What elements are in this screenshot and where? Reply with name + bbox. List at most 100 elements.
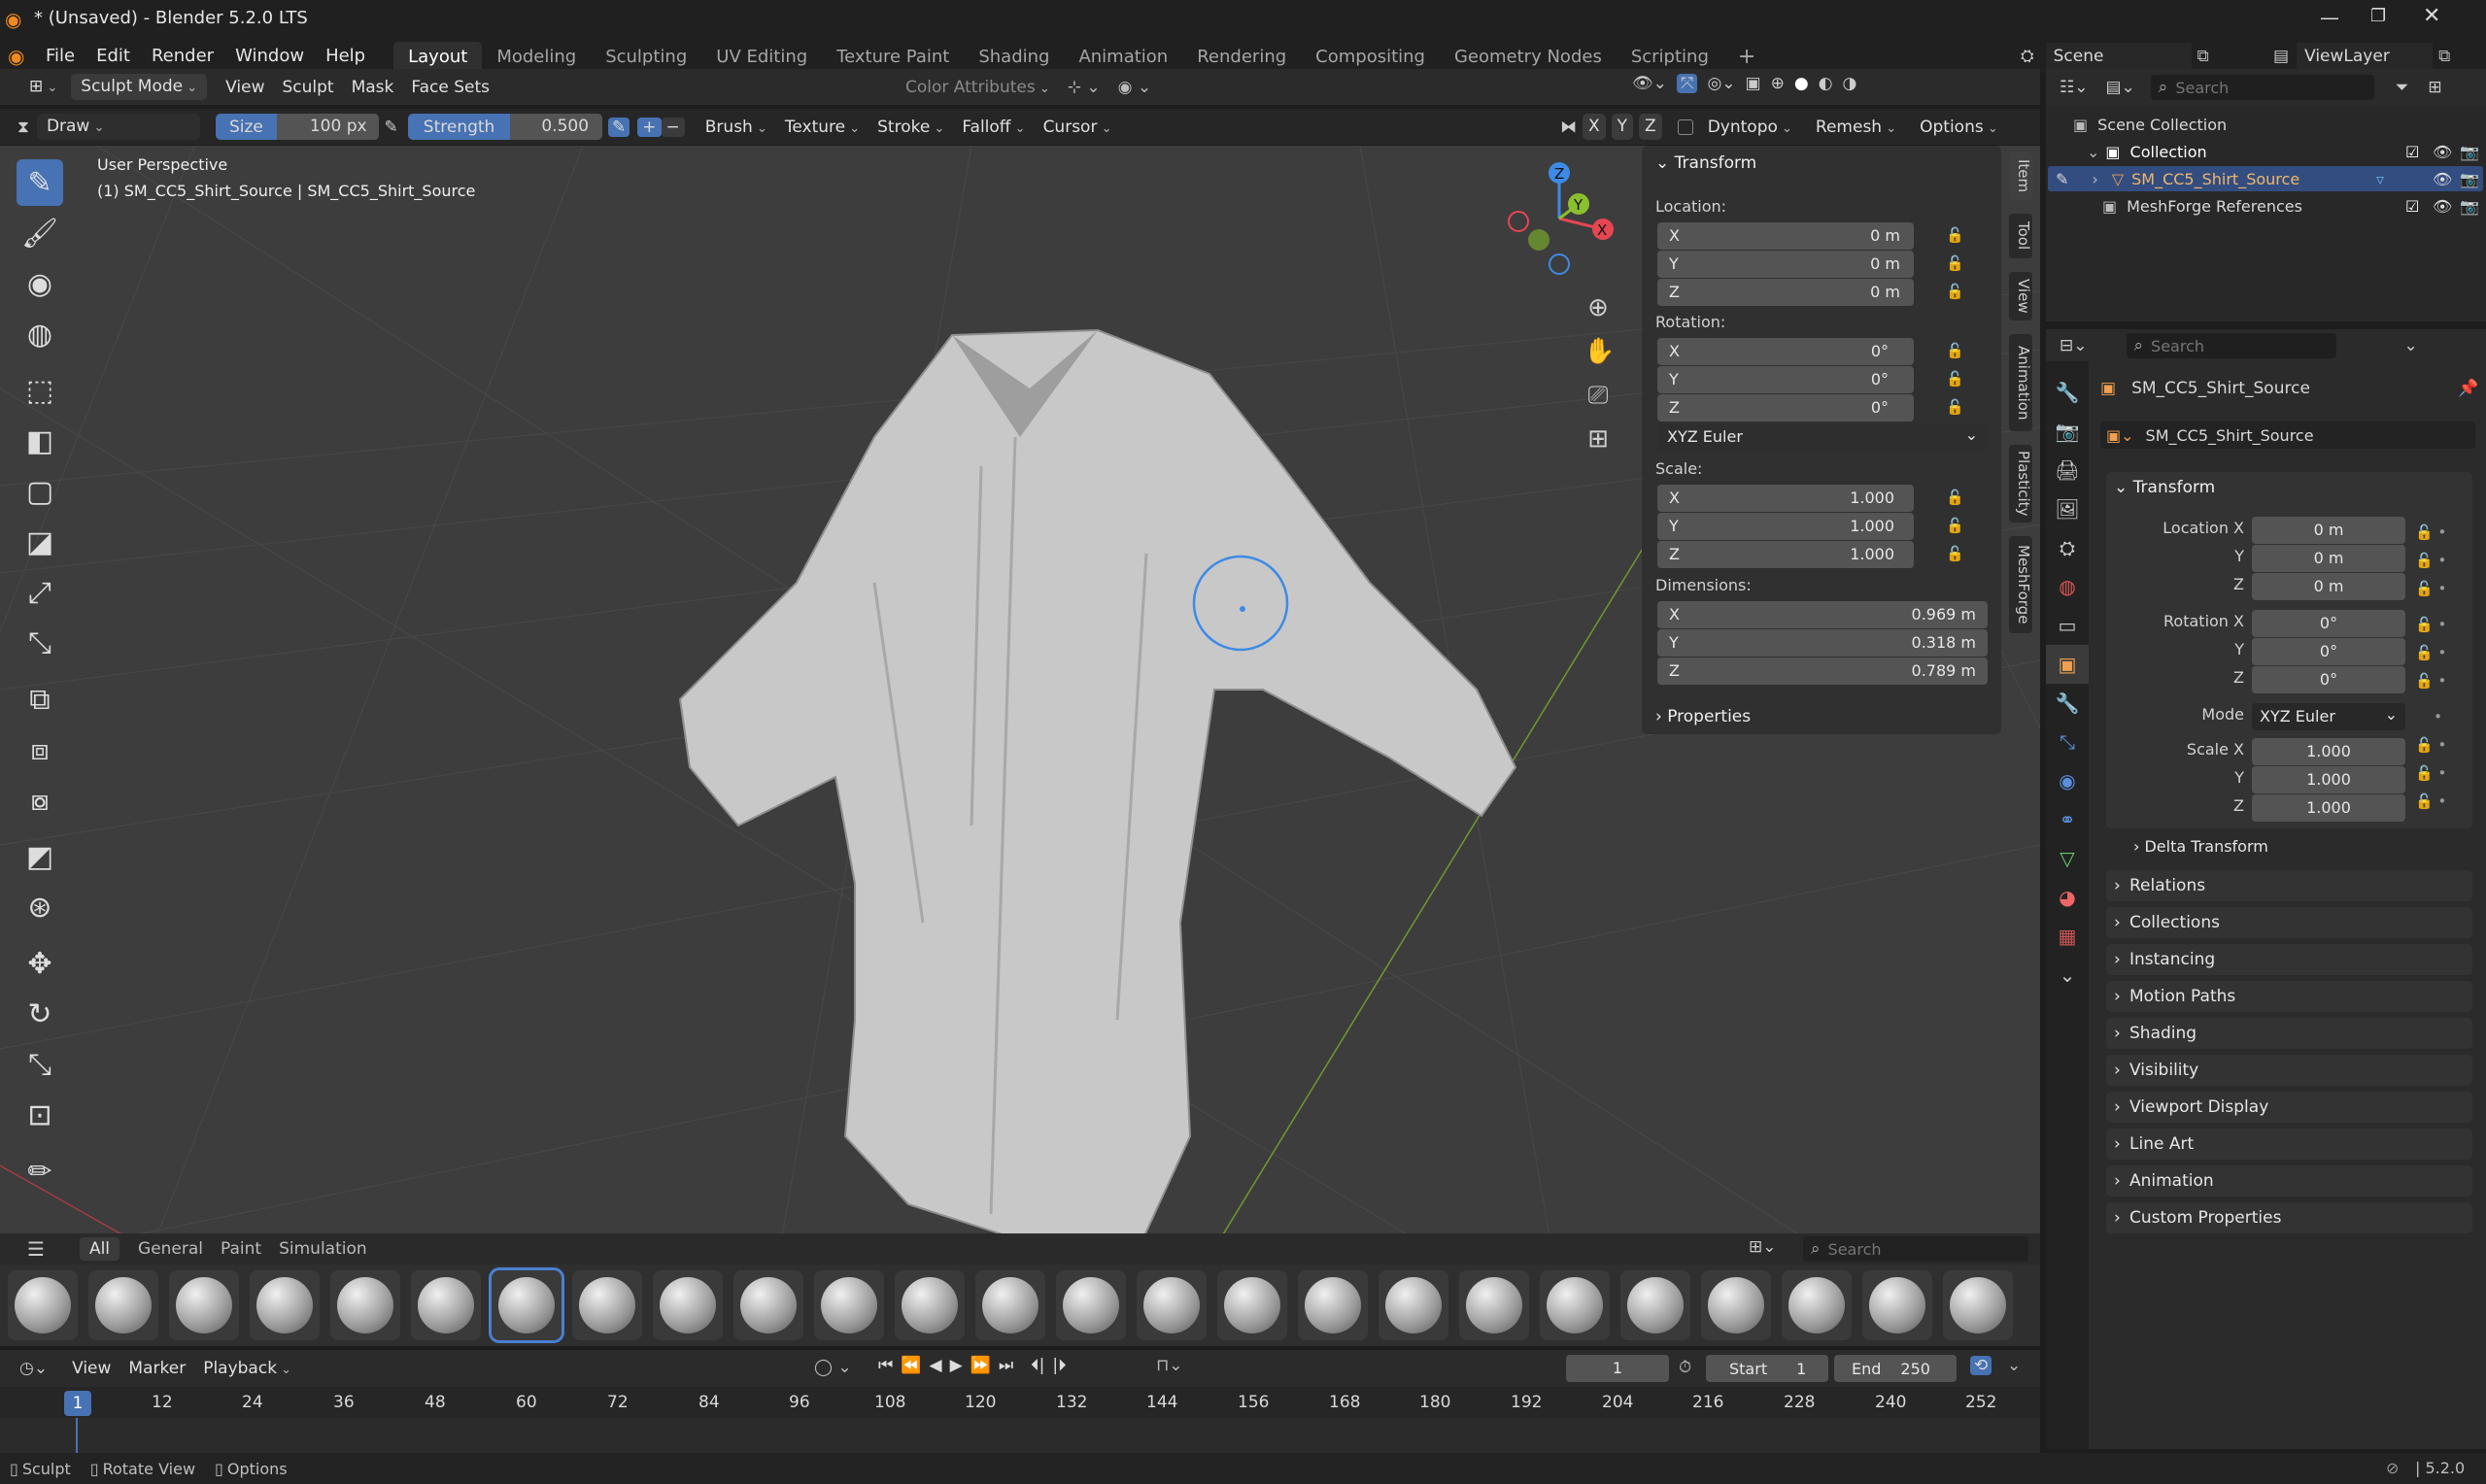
properties-search[interactable]: ⌕ <box>2126 333 2336 358</box>
tool-mask-by-color-icon[interactable]: ◩ <box>17 833 63 880</box>
tool-transform-all-icon[interactable]: ⊡ <box>17 1092 63 1138</box>
outliner-search[interactable]: ⌕ <box>2150 75 2374 100</box>
tool-line-project-icon[interactable]: ⤢ <box>17 569 63 616</box>
camera-view-icon[interactable]: ⎚ <box>1584 374 1613 418</box>
timeline-menu-playback[interactable]: Playback <box>194 1359 300 1378</box>
brush-asset[interactable] <box>1298 1270 1368 1340</box>
dimensions-z-field[interactable]: Z 0.789 m <box>1657 658 1988 685</box>
tool-color-filter-icon[interactable]: ⧈ <box>17 726 63 773</box>
sync-icon[interactable]: ⟲ <box>1970 1356 1992 1375</box>
header-menu-mask[interactable]: Mask <box>343 78 403 97</box>
pin-icon[interactable]: 📌 <box>2458 379 2478 398</box>
constraints-tab-icon[interactable]: ⚭ <box>2046 800 2089 839</box>
editor-type-icon[interactable]: ⊞ <box>19 74 67 100</box>
rotation-z-field[interactable]: Z 0° <box>1657 394 1914 422</box>
section-relations[interactable]: › Relations <box>2106 870 2472 901</box>
brush-asset[interactable] <box>1137 1270 1207 1340</box>
axis-x-toggle[interactable]: X <box>1583 114 1606 140</box>
prop-scale-x[interactable]: 1.000 <box>2252 738 2405 765</box>
gizmo-icon[interactable]: ⤧ <box>1676 74 1698 93</box>
render-tab-icon[interactable]: 📷 <box>2046 412 2089 451</box>
brush-asset[interactable] <box>1701 1270 1771 1340</box>
section-shading[interactable]: › Shading <box>2106 1018 2472 1049</box>
lock-icon[interactable]: 🔓 • <box>2415 547 2446 575</box>
scale-z-field[interactable]: Z 1.000 <box>1657 541 1914 568</box>
brush-asset[interactable] <box>1459 1270 1529 1340</box>
prop-rotation-x[interactable]: 0° <box>2252 610 2405 637</box>
section-line-art[interactable]: › Line Art <box>2106 1129 2472 1160</box>
menu-edit[interactable]: Edit <box>85 40 141 73</box>
prop-rotation-mode[interactable]: XYZ Euler ⌄ <box>2252 703 2405 730</box>
header-menu-view[interactable]: View <box>217 78 273 97</box>
object-name-field[interactable]: ▣⌄ SM_CC5_Shirt_Source <box>2100 422 2475 449</box>
chevron-right-icon[interactable]: › <box>2092 170 2097 188</box>
lock-icon[interactable]: 🔓 <box>1946 517 1964 534</box>
tool-mask-icon[interactable]: ◉ <box>17 260 63 307</box>
header-menu-face-sets[interactable]: Face Sets <box>402 78 498 97</box>
zoom-icon[interactable]: ⊕ <box>1584 287 1613 330</box>
world-tab-icon[interactable]: ◍ <box>2046 567 2089 606</box>
tool-annotate-icon[interactable]: ✏ <box>17 1148 63 1195</box>
shelf-tab-all[interactable]: All <box>79 1237 120 1261</box>
brush-asset[interactable] <box>169 1270 239 1340</box>
lock-icon[interactable]: 🔓 • <box>2415 575 2446 603</box>
visibility-icon[interactable]: 👁⌄ <box>1632 74 1667 93</box>
section-visibility[interactable]: › Visibility <box>2106 1055 2472 1086</box>
snap-icon[interactable]: ⊓⌄ <box>1156 1356 1183 1375</box>
tool-tab-icon[interactable]: 🔧 <box>2046 373 2089 412</box>
shading-material-icon[interactable]: ◐ <box>1819 74 1833 93</box>
minimize-icon[interactable]: — <box>2320 6 2339 29</box>
lock-icon[interactable]: 🔓 <box>1946 283 1964 300</box>
tool-box-hide-icon[interactable]: ◧ <box>17 418 63 464</box>
rotation-y-field[interactable]: Y 0° <box>1657 366 1914 393</box>
lock-icon[interactable]: 🔓 <box>1946 398 1964 416</box>
camera-icon[interactable]: 📷 <box>2460 143 2479 161</box>
texture-menu[interactable]: Texture <box>776 118 868 137</box>
dyntopo-menu[interactable]: Dyntopo <box>1699 118 1801 137</box>
tab-meshforge[interactable]: MeshForge <box>2009 536 2032 633</box>
add-direction-icon[interactable]: + <box>637 117 662 137</box>
options-menu[interactable]: Options <box>1911 118 2007 137</box>
output-tab-icon[interactable]: 🖨 <box>2046 451 2089 489</box>
tool-box-mask-icon[interactable]: ⬚ <box>17 367 63 414</box>
scale-y-field[interactable]: Y 1.000 <box>1657 513 1914 540</box>
subtract-direction-icon[interactable]: − <box>661 117 685 137</box>
outliner-item-collection[interactable]: ⌄ ▣ Collection ☑ 👁 📷 <box>2087 139 2479 164</box>
shelf-search[interactable]: ⌕ <box>1803 1236 2028 1262</box>
close-icon[interactable]: ✕ <box>2423 4 2440 28</box>
start-frame-field[interactable]: Start 1 <box>1706 1355 1828 1382</box>
next-keyframe-icon[interactable]: |⏵ <box>1052 1356 1066 1375</box>
timeline-menu-marker[interactable]: Marker <box>119 1359 194 1378</box>
lock-icon[interactable]: 🔓 <box>1946 370 1964 388</box>
exclude-checkbox-icon[interactable]: ☑ <box>2405 197 2419 216</box>
properties-search-input[interactable] <box>2151 336 2317 355</box>
xray-icon[interactable]: ▣ <box>1746 74 1761 93</box>
lock-icon[interactable]: 🔓 • <box>2415 759 2446 788</box>
brush-asset[interactable] <box>1620 1270 1690 1340</box>
brush-asset[interactable] <box>1217 1270 1287 1340</box>
brush-menu[interactable]: Brush <box>697 118 776 137</box>
scene-selector[interactable]: ⛭ Scene ⧉ <box>2021 43 2209 70</box>
properties-panel-header[interactable]: › Properties <box>1655 707 1751 726</box>
dimensions-x-field[interactable]: X 0.969 m <box>1657 601 1988 628</box>
section-viewport-display[interactable]: › Viewport Display <box>2106 1092 2472 1123</box>
brush-asset[interactable] <box>88 1270 158 1340</box>
ortho-grid-icon[interactable]: ⊞ <box>1584 418 1613 461</box>
symmetry-icon[interactable]: ⊹ ⌄ <box>1059 78 1109 97</box>
lock-icon[interactable]: 🔓 • <box>2415 731 2446 759</box>
lock-icon[interactable]: 🔓 • <box>2415 667 2446 695</box>
prop-rotation-y[interactable]: 0° <box>2252 638 2405 665</box>
jump-keyframe-forward-icon[interactable]: ⏩ <box>971 1356 991 1375</box>
navigation-gizmo[interactable]: Z X Y <box>1496 155 1622 282</box>
chevron-down-icon[interactable]: ⌄ <box>2404 336 2418 355</box>
tool-scale-icon[interactable]: ⤡ <box>17 1041 63 1088</box>
stroke-menu[interactable]: Stroke <box>868 118 953 137</box>
tool-box-face-set-icon[interactable]: ▢ <box>17 468 63 515</box>
tool-paint-icon[interactable]: 🖌 <box>17 210 63 256</box>
tab-animation-sidebar[interactable]: Animation <box>2009 334 2032 431</box>
shading-wireframe-icon[interactable]: ⊕ <box>1771 74 1785 93</box>
lock-icon[interactable]: 🔓 <box>1946 342 1964 359</box>
new-collection-icon[interactable]: ⊞ <box>2428 78 2441 97</box>
properties-editor-icon[interactable]: ⊟⌄ <box>2060 336 2088 355</box>
camera-icon[interactable]: 📷 <box>2460 197 2479 216</box>
